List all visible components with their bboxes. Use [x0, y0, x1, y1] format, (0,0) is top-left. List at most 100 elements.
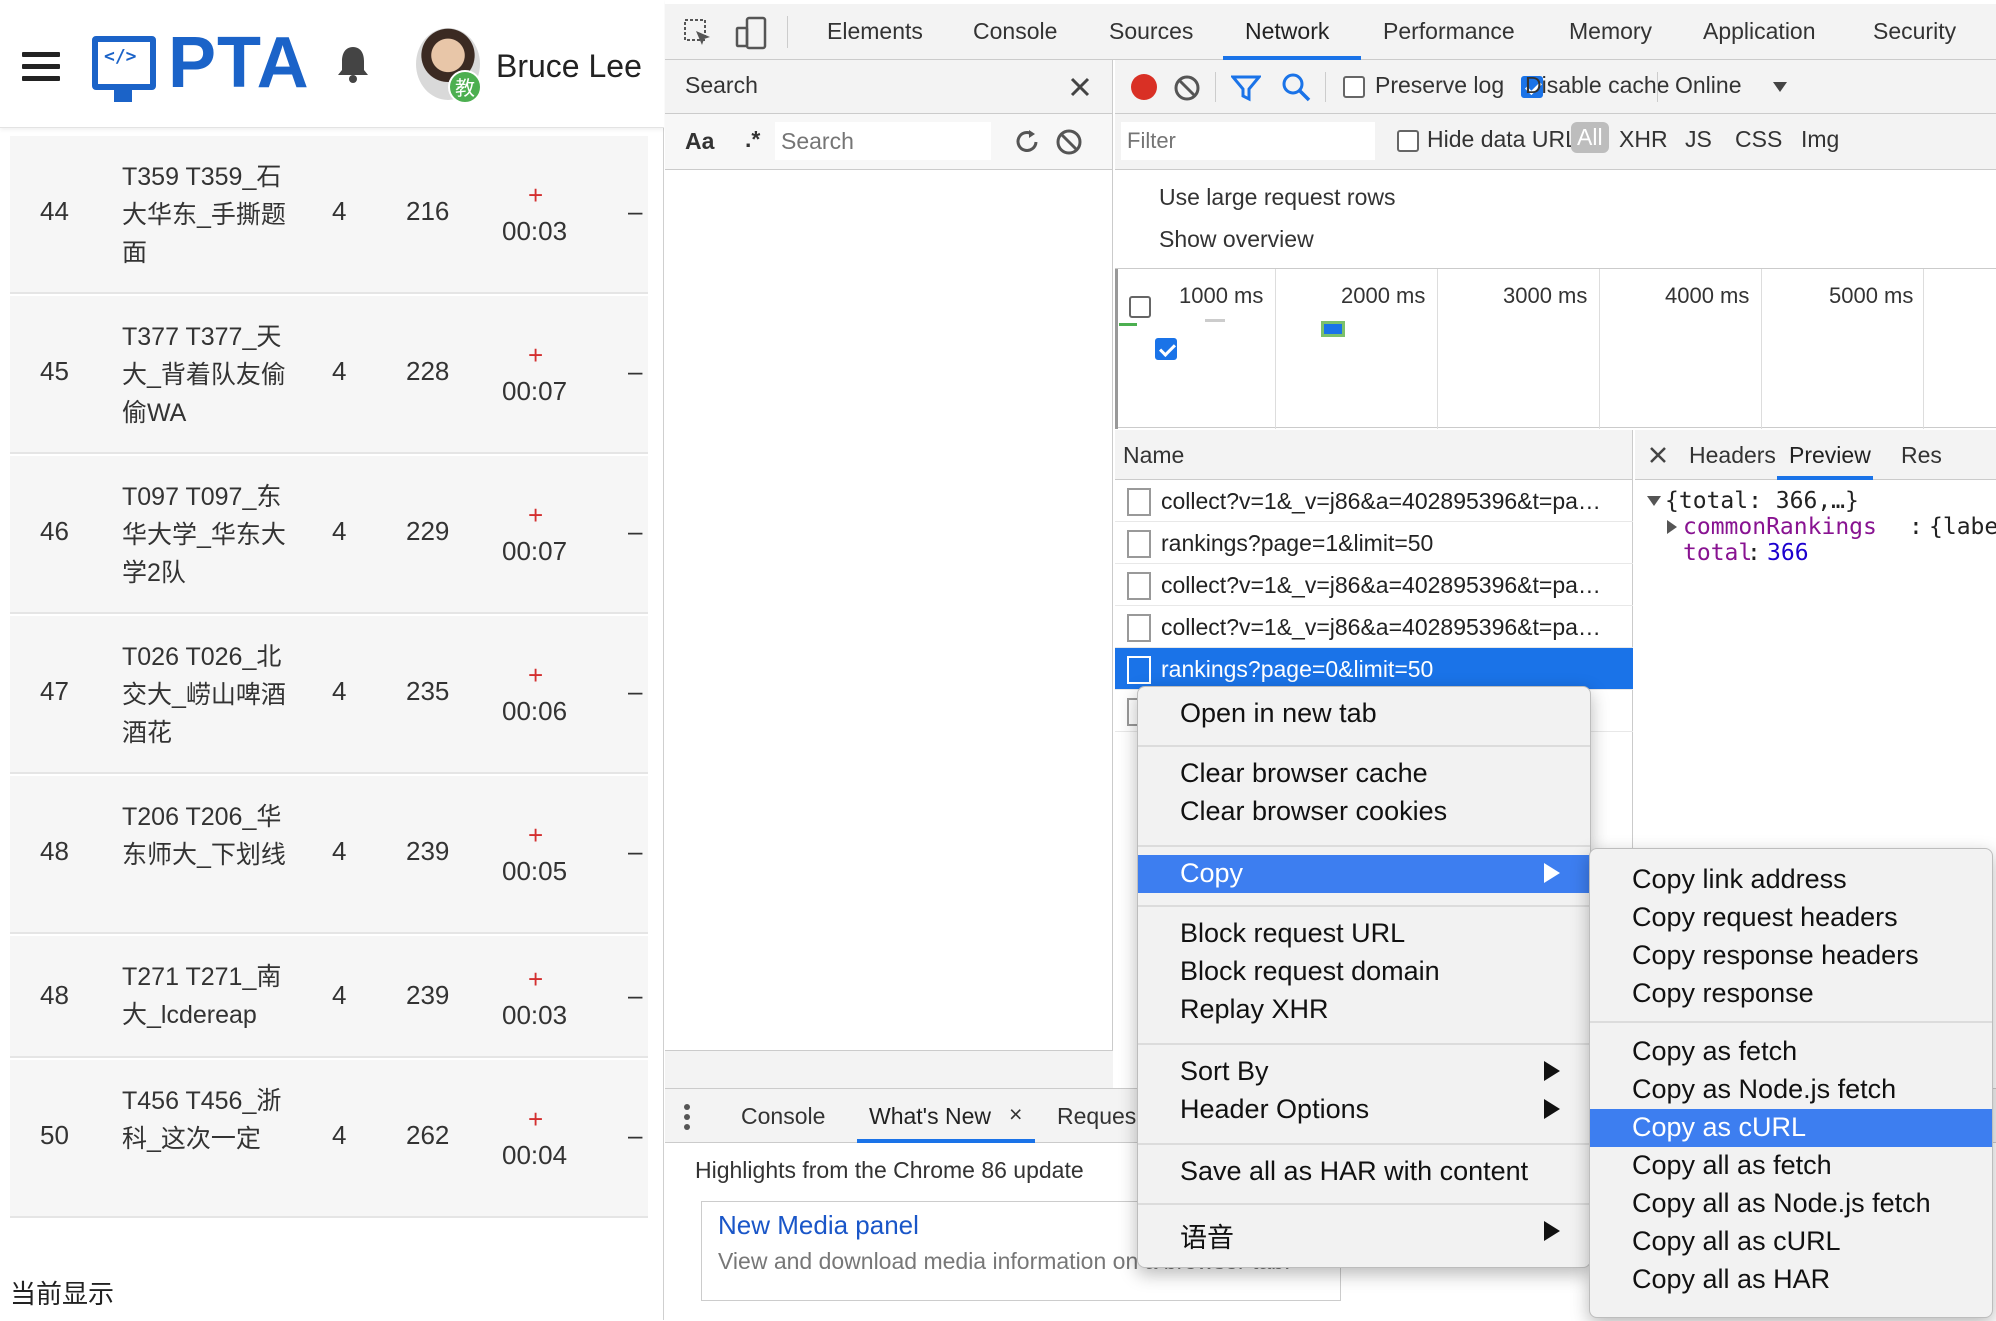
menu-item-copy-as-node-fetch[interactable]: Copy as Node.js fetch: [1590, 1071, 1992, 1109]
tab-headers[interactable]: Headers: [1689, 442, 1776, 469]
preserve-log-checkbox[interactable]: [1343, 76, 1365, 98]
overview-timeline[interactable]: 1000 ms 2000 ms 3000 ms 4000 ms 5000 ms: [1115, 268, 1996, 429]
table-row: 47 T026 T026_北交大_崂山啤酒酒花 4 235 + 00:06 –: [10, 616, 648, 774]
expand-icon[interactable]: [1647, 496, 1661, 506]
team-cell[interactable]: T271 T271_南大_lcdereap: [122, 958, 292, 1034]
menu-item-copy-all-as-fetch[interactable]: Copy all as fetch: [1590, 1147, 1992, 1185]
filter-type-img[interactable]: Img: [1801, 126, 1839, 153]
network-filter-bar: Hide data URLs All XHR JS CSS Img: [1115, 114, 1996, 170]
more-options-icon[interactable]: [683, 1103, 691, 1131]
hide-data-urls-checkbox[interactable]: [1397, 130, 1419, 152]
menu-item-copy-as-fetch[interactable]: Copy as fetch: [1590, 1033, 1992, 1071]
menu-item-save-har[interactable]: Save all as HAR with content: [1138, 1153, 1590, 1191]
request-row[interactable]: collect?v=1&_v=j86&a=402895396&t=pa…: [1115, 480, 1633, 522]
team-cell[interactable]: T359 T359_石大华东_手撕题面: [122, 158, 292, 272]
menu-item-copy[interactable]: Copy: [1138, 855, 1590, 893]
menu-item-copy-as-curl[interactable]: Copy as cURL: [1590, 1109, 1992, 1147]
request-row[interactable]: collect?v=1&_v=j86&a=402895396&t=pa…: [1115, 564, 1633, 606]
tab-network[interactable]: Network: [1245, 18, 1329, 45]
menu-item-sort-by[interactable]: Sort By: [1138, 1053, 1590, 1091]
close-icon[interactable]: [1649, 446, 1667, 464]
tab-response[interactable]: Res: [1901, 442, 1942, 469]
filter-type-all[interactable]: All: [1571, 122, 1609, 153]
team-cell[interactable]: T377 T377_天大_背着队友偷偷WA: [122, 318, 292, 432]
preview-colon: :: [1747, 540, 1761, 566]
clear-search-icon[interactable]: [1055, 128, 1083, 156]
menu-item-block-domain[interactable]: Block request domain: [1138, 953, 1590, 991]
refresh-icon[interactable]: [1013, 128, 1041, 156]
team-cell[interactable]: T026 T026_北交大_崂山啤酒酒花: [122, 638, 292, 752]
filter-type-js[interactable]: JS: [1685, 126, 1712, 153]
menu-item-block-url[interactable]: Block request URL: [1138, 915, 1590, 953]
user-name[interactable]: Bruce Lee: [496, 48, 642, 85]
menu-item-open-new-tab[interactable]: Open in new tab: [1138, 695, 1590, 733]
drawer-tab-request-blocking[interactable]: Reques: [1057, 1103, 1136, 1130]
team-cell[interactable]: T206 T206_华东师大_下划线: [122, 798, 292, 874]
clear-icon[interactable]: [1173, 74, 1201, 102]
close-icon[interactable]: [1069, 76, 1091, 98]
request-row[interactable]: collect?v=1&_v=j86&a=402895396&t=pa…: [1115, 606, 1633, 648]
menu-item-copy-all-as-curl[interactable]: Copy all as cURL: [1590, 1223, 1992, 1261]
preview-root[interactable]: {total: 366,…}: [1665, 488, 1859, 514]
tab-performance[interactable]: Performance: [1383, 18, 1515, 45]
menu-item-copy-response[interactable]: Copy response: [1590, 975, 1992, 1013]
tab-preview[interactable]: Preview: [1789, 442, 1871, 469]
tab-security[interactable]: Security: [1873, 18, 1956, 45]
collapse-icon[interactable]: [1667, 520, 1677, 534]
team-cell[interactable]: T456 T456_浙科_这次一定: [122, 1082, 292, 1158]
tab-memory[interactable]: Memory: [1569, 18, 1652, 45]
grid-line: [1599, 269, 1600, 429]
menu-item-copy-request-headers[interactable]: Copy request headers: [1590, 899, 1992, 937]
menu-item-clear-cache[interactable]: Clear browser cache: [1138, 755, 1590, 793]
drawer-tab-whats-new[interactable]: What's New: [869, 1103, 991, 1130]
hide-data-urls-label: Hide data URLs: [1427, 126, 1590, 152]
tab-elements[interactable]: Elements: [827, 18, 923, 45]
drawer-tab-console[interactable]: Console: [741, 1103, 825, 1130]
submenu-arrow-icon: [1544, 1061, 1560, 1081]
throttling-select[interactable]: Online: [1675, 72, 1741, 99]
show-overview-label: Show overview: [1159, 226, 1314, 252]
brand-name[interactable]: PTA: [168, 22, 310, 104]
table-row: 48 T271 T271_南大_lcdereap 4 239 + 00:03 –: [10, 936, 648, 1058]
close-icon[interactable]: ×: [1009, 1101, 1022, 1128]
large-rows-label: Use large request rows: [1159, 184, 1396, 210]
match-case-button[interactable]: Aa: [685, 128, 714, 155]
menu-item-speech[interactable]: 语音: [1138, 1213, 1590, 1253]
tab-sources[interactable]: Sources: [1109, 18, 1193, 45]
tab-application[interactable]: Application: [1703, 18, 1816, 45]
filter-icon[interactable]: [1231, 74, 1261, 102]
search-input[interactable]: [775, 122, 991, 160]
devtools-tabbar: Elements Console Sources Network Perform…: [665, 4, 1996, 60]
menu-item-copy-response-headers[interactable]: Copy response headers: [1590, 937, 1992, 975]
team-cell[interactable]: T097 T097_东华大学_华东大学2队: [122, 478, 292, 592]
preview-key-common-rankings[interactable]: commonRankings: [1683, 514, 1877, 540]
feature-title[interactable]: New Media panel: [718, 1210, 919, 1241]
record-icon[interactable]: [1131, 74, 1157, 100]
menu-item-copy-all-as-har[interactable]: Copy all as HAR: [1590, 1261, 1992, 1299]
name-column-header[interactable]: Name: [1123, 442, 1184, 469]
accepted-mark: +: [528, 180, 544, 210]
bell-icon[interactable]: [336, 44, 370, 84]
filter-type-xhr[interactable]: XHR: [1619, 126, 1668, 153]
tab-console[interactable]: Console: [973, 18, 1057, 45]
menu-item-copy-link-address[interactable]: Copy link address: [1590, 861, 1992, 899]
menu-separator: [1138, 1043, 1590, 1045]
penalty-cell: 229: [406, 516, 450, 546]
filter-type-css[interactable]: CSS: [1735, 126, 1782, 153]
menu-icon[interactable]: [22, 52, 60, 84]
request-row[interactable]: rankings?page=1&limit=50: [1115, 522, 1633, 564]
filter-input[interactable]: [1121, 122, 1375, 160]
menu-item-header-options[interactable]: Header Options: [1138, 1091, 1590, 1129]
time-cell: 00:07: [502, 536, 568, 566]
preview-value-total: 366: [1767, 540, 1809, 566]
regex-button[interactable]: .*: [745, 126, 760, 153]
menu-item-clear-cookies[interactable]: Clear browser cookies: [1138, 793, 1590, 831]
device-toolbar-icon[interactable]: [735, 16, 767, 50]
menu-item-copy-all-as-node-fetch[interactable]: Copy all as Node.js fetch: [1590, 1185, 1992, 1223]
request-row-selected[interactable]: rankings?page=0&limit=50: [1115, 648, 1633, 690]
inspect-element-icon[interactable]: [683, 18, 713, 48]
chevron-down-icon[interactable]: [1773, 82, 1787, 92]
search-icon[interactable]: [1281, 72, 1311, 102]
menu-item-replay-xhr[interactable]: Replay XHR: [1138, 991, 1590, 1029]
pta-logo-icon[interactable]: </>: [92, 36, 156, 102]
